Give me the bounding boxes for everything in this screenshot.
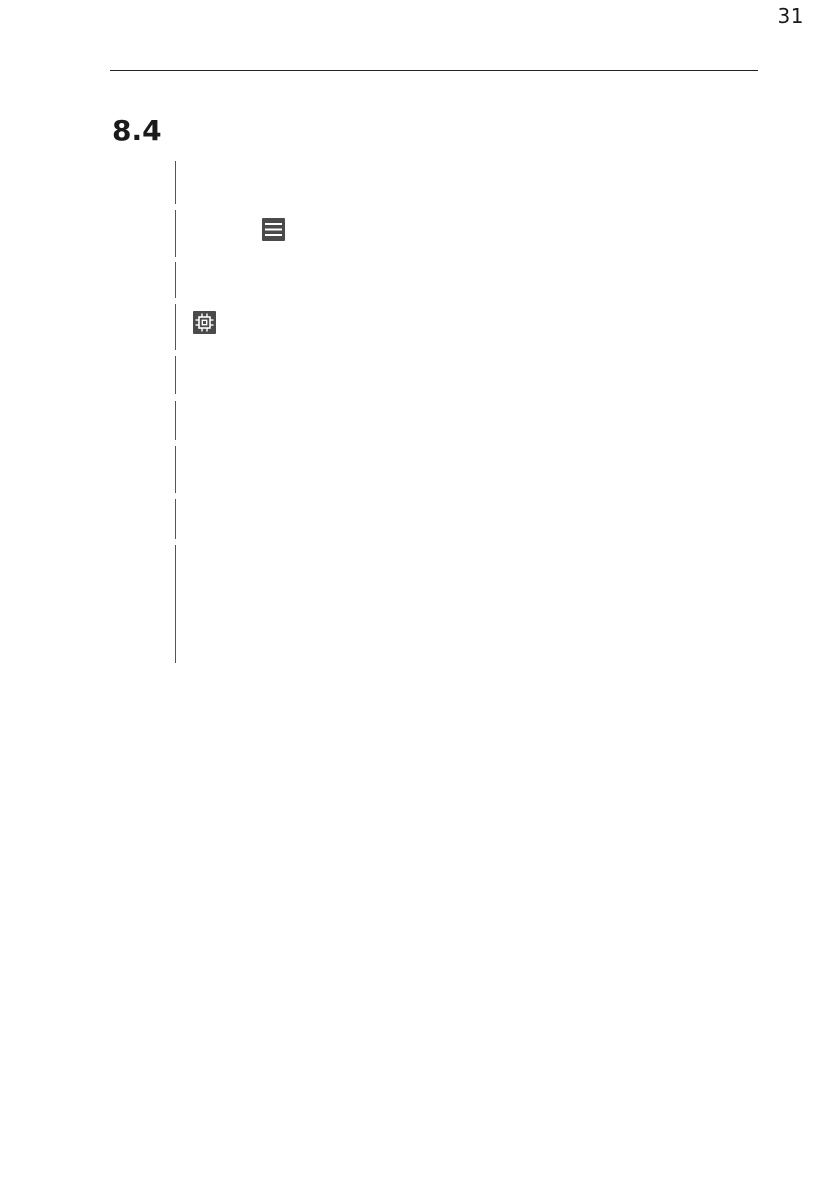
step-5 [175, 356, 735, 394]
step-marker-bar [175, 545, 176, 663]
step-marker-bar [175, 356, 176, 394]
step-marker-bar [175, 499, 176, 539]
section-number: 8.4 [112, 114, 162, 147]
step-3 [175, 262, 735, 298]
step-8 [175, 499, 735, 539]
step-1 [175, 161, 735, 204]
step-6 [175, 401, 735, 440]
step-marker-bar [175, 161, 176, 204]
step-9 [175, 545, 735, 663]
step-7 [175, 446, 735, 493]
step-marker-bar [175, 262, 176, 298]
step-marker-bar [175, 304, 176, 350]
step-marker-bar [175, 401, 176, 440]
page-number: 31 [777, 4, 804, 28]
header-rule [110, 70, 758, 71]
step-2 [175, 210, 735, 257]
chip-icon [193, 311, 216, 334]
menu-icon [262, 218, 285, 241]
step-marker-bar [175, 446, 176, 493]
step-4 [175, 304, 735, 350]
step-marker-bar [175, 210, 176, 257]
